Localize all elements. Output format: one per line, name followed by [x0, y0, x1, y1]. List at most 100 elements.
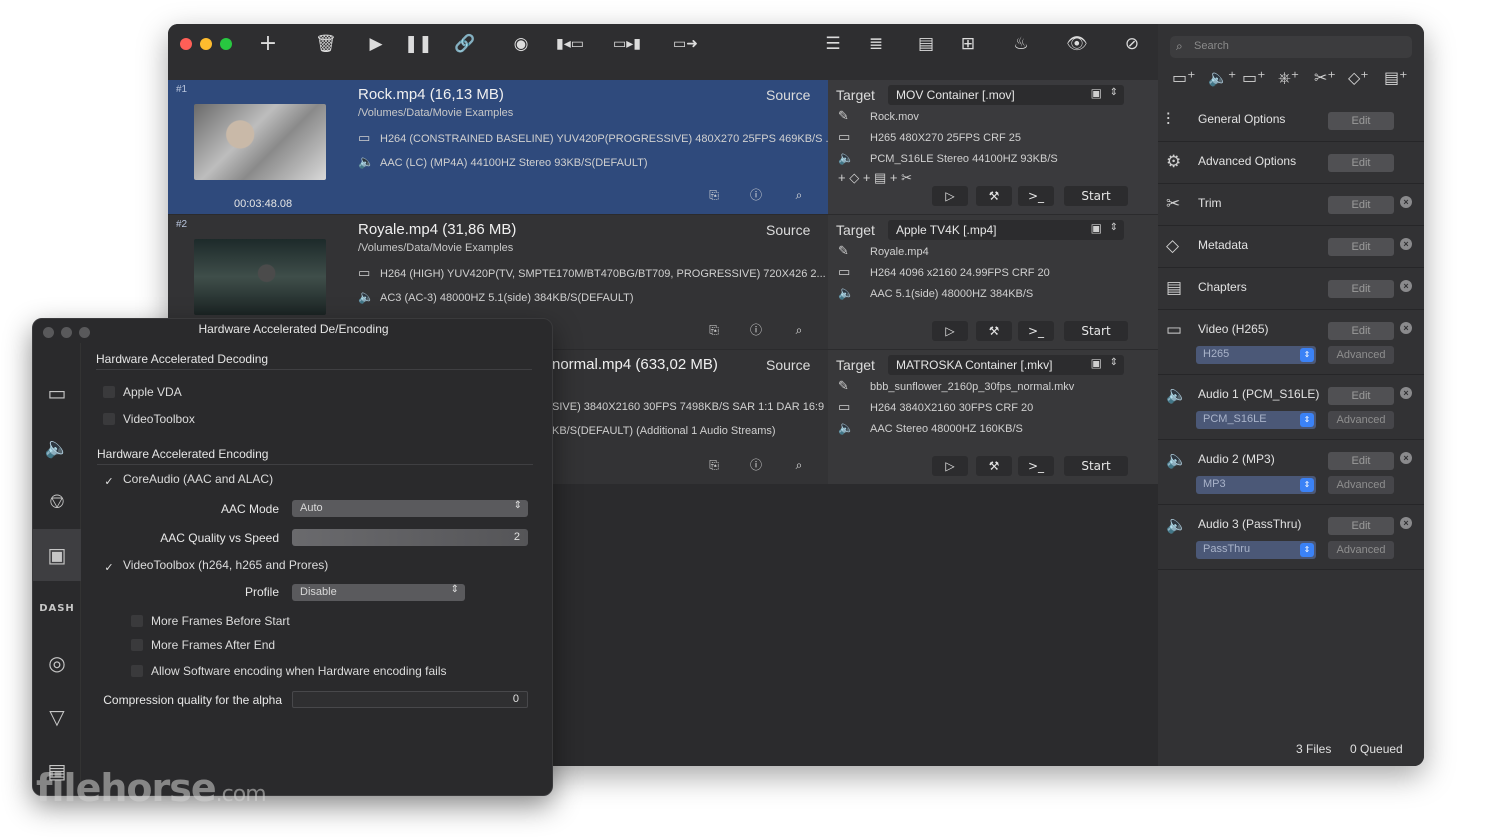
search-icon[interactable]: ⌕	[785, 186, 813, 204]
target-select[interactable]: MATROSKA Container [.mkv] ▣ ⇕	[888, 355, 1124, 375]
edit-button[interactable]: Edit	[1328, 517, 1394, 535]
remove-icon[interactable]: ×	[1400, 238, 1412, 250]
alpha-quality-field[interactable]: 0	[292, 691, 528, 708]
add-chapter-icon[interactable]: ▤⁺	[1384, 68, 1408, 87]
edit-button[interactable]: Edit	[1328, 452, 1394, 470]
wand-button[interactable]: ⚒	[976, 321, 1012, 341]
allow-software-checkbox[interactable]: Allow Software encoding when Hardware en…	[131, 664, 447, 678]
coreaudio-checkbox[interactable]: ✓ CoreAudio (AAC and ALAC)	[103, 472, 273, 488]
more-frames-after-checkbox[interactable]: More Frames After End	[131, 638, 275, 652]
info-icon[interactable]: ⓘ	[742, 456, 770, 474]
speaker-icon[interactable]: 🔈	[33, 421, 81, 473]
remove-icon[interactable]: ×	[1400, 280, 1412, 292]
videotoolbox-encode-checkbox[interactable]: ✓ VideoToolbox (h264, h265 and Prores)	[103, 558, 328, 574]
play-icon[interactable]: ▶	[366, 32, 386, 56]
edit-button[interactable]: Edit	[1328, 112, 1394, 130]
add-trim-icon[interactable]: ✂⁺	[1314, 68, 1336, 87]
terminal-button[interactable]: >_	[1018, 321, 1054, 341]
funnel-icon[interactable]: ▽	[33, 691, 81, 743]
remove-icon[interactable]: ×	[1400, 517, 1412, 529]
tag-icon[interactable]: + ◇ + ▤ + ✂	[838, 170, 912, 185]
advanced-button[interactable]: Advanced	[1328, 541, 1394, 559]
codec-select[interactable]: PCM_S16LE ⇕	[1196, 411, 1316, 429]
advanced-button[interactable]: Advanced	[1328, 476, 1394, 494]
pause-icon[interactable]: ❚❚	[404, 32, 433, 56]
edit-button[interactable]: Edit	[1328, 322, 1394, 340]
list-detail-icon[interactable]: ≣	[866, 32, 886, 56]
grid-icon[interactable]: ⊞	[958, 32, 978, 56]
edit-button[interactable]: Edit	[1328, 238, 1394, 256]
search-input[interactable]: ⌕ Search	[1170, 36, 1412, 58]
edit-button[interactable]: Edit	[1328, 196, 1394, 214]
clipboard-icon[interactable]: ⎘	[700, 456, 728, 474]
info-icon[interactable]: ⓘ	[742, 186, 770, 204]
codec-select[interactable]: PassThru ⇕	[1196, 541, 1316, 559]
preview-button[interactable]: ▷	[932, 321, 968, 341]
add-tag-icon[interactable]: ◇⁺	[1348, 68, 1369, 87]
more-frames-before-checkbox[interactable]: More Frames Before Start	[131, 614, 290, 628]
image-to-video-icon[interactable]: ▭▸▮	[613, 32, 641, 56]
target-select[interactable]: Apple TV4K [.mp4] ▣ ⇕	[888, 220, 1124, 240]
disable-icon[interactable]: ⊘	[1122, 32, 1142, 56]
dash-icon[interactable]: DASH	[33, 583, 81, 635]
codec-select[interactable]: MP3 ⇕	[1196, 476, 1316, 494]
preview-button[interactable]: ▷	[932, 456, 968, 476]
link-icon[interactable]: 🔗	[454, 32, 475, 56]
aac-quality-slider[interactable]: 2	[292, 529, 528, 546]
advanced-button[interactable]: Advanced	[1328, 411, 1394, 429]
add-subtitle-icon[interactable]: ▭⁺	[1242, 68, 1266, 87]
wand-button[interactable]: ⚒	[976, 186, 1012, 206]
search-icon[interactable]: ⌕	[785, 321, 813, 339]
list-compact-icon[interactable]: ☰	[823, 32, 843, 56]
save-icon[interactable]: ▣	[1091, 356, 1102, 370]
job-row[interactable]: #1 00:03:48.08 Rock.mp4 (16,13 MB) /Volu…	[168, 80, 1158, 214]
info-icon[interactable]: ⓘ	[742, 321, 770, 339]
save-icon[interactable]: ▣	[1091, 221, 1102, 235]
terminal-button[interactable]: >_	[1018, 186, 1054, 206]
clipboard-icon[interactable]: ⎘	[700, 321, 728, 339]
add-icon[interactable]: +	[258, 32, 278, 56]
start-button[interactable]: Start	[1064, 321, 1128, 341]
search-icon[interactable]: ⌕	[785, 456, 813, 474]
save-icon[interactable]: ▣	[1091, 86, 1102, 100]
edit-button[interactable]: Edit	[1328, 280, 1394, 298]
terminal-button[interactable]: >_	[1018, 456, 1054, 476]
codec-value: MP3	[1203, 478, 1226, 490]
trash-icon[interactable]: 🗑	[315, 32, 337, 56]
profile-select[interactable]: Disable ⇕	[292, 584, 465, 601]
start-button[interactable]: Start	[1064, 186, 1128, 206]
clipboard-icon[interactable]: ⎘	[700, 186, 728, 204]
close-window-button[interactable]	[180, 38, 192, 50]
minimize-window-button[interactable]	[200, 38, 212, 50]
edit-button[interactable]: Edit	[1328, 154, 1394, 172]
remove-icon[interactable]: ×	[1400, 322, 1412, 334]
preview-button[interactable]: ▷	[932, 186, 968, 206]
videotoolbox-decode-checkbox[interactable]: VideoToolbox	[103, 412, 195, 426]
remove-icon[interactable]: ×	[1400, 196, 1412, 208]
eye-icon[interactable]: 👁	[1066, 32, 1088, 56]
start-button[interactable]: Start	[1064, 456, 1128, 476]
edit-button[interactable]: Edit	[1328, 387, 1394, 405]
layout-rows-icon[interactable]: ▤	[916, 32, 936, 56]
video-icon[interactable]: ▭	[33, 367, 81, 419]
target-select[interactable]: MOV Container [.mov] ▣ ⇕	[888, 85, 1124, 105]
add-extras-line[interactable]: + ◇ + ▤ + ✂	[838, 170, 912, 186]
subtitle-export-icon[interactable]: ▭➜	[673, 32, 698, 56]
apple-vda-checkbox[interactable]: Apple VDA	[103, 385, 182, 399]
advanced-button[interactable]: Advanced	[1328, 346, 1394, 364]
remove-icon[interactable]: ×	[1400, 387, 1412, 399]
aac-mode-select[interactable]: Auto ⇕	[292, 500, 528, 517]
add-filter-icon[interactable]: ⎈⁺	[1278, 68, 1299, 88]
video-to-image-icon[interactable]: ▮◂▭	[556, 32, 584, 56]
burn-icon[interactable]: ♨	[1011, 32, 1031, 56]
zoom-window-button[interactable]	[220, 38, 232, 50]
remove-icon[interactable]: ×	[1400, 452, 1412, 464]
disc-icon[interactable]: ◉	[511, 32, 531, 56]
aperture-icon[interactable]: ◎	[33, 637, 81, 689]
wand-button[interactable]: ⚒	[976, 456, 1012, 476]
add-audio-icon[interactable]: 🔈⁺	[1208, 68, 1236, 87]
filter-icon[interactable]: ⎊	[33, 475, 81, 527]
codec-select[interactable]: H265 ⇕	[1196, 346, 1316, 364]
add-video-icon[interactable]: ▭⁺	[1172, 68, 1196, 87]
chip-icon[interactable]: ▣	[33, 529, 81, 581]
